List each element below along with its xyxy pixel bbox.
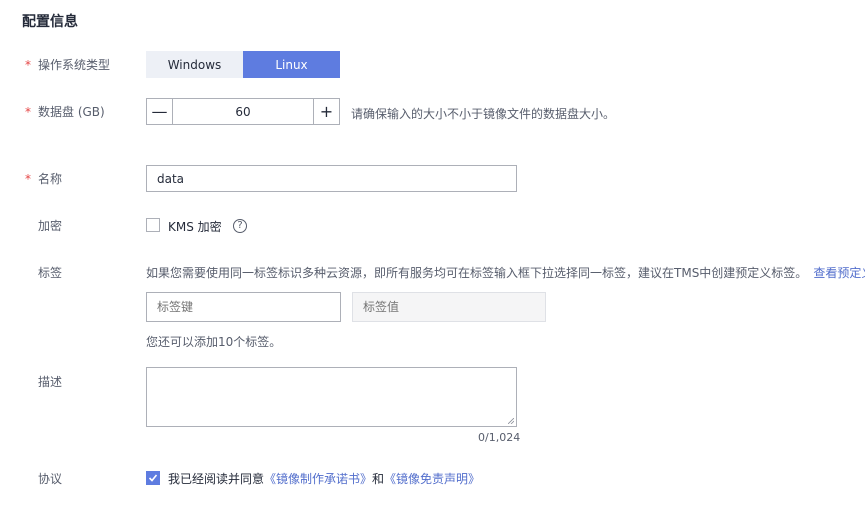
section-title: 配置信息 — [22, 14, 78, 30]
increment-button[interactable]: + — [313, 99, 339, 124]
required-mark: * — [25, 172, 31, 186]
required-mark: * — [25, 58, 31, 72]
disk-size-input[interactable]: 60 — [173, 99, 313, 124]
disk-size-stepper: — 60 + — [146, 98, 340, 125]
agreement-label: 协议 — [38, 472, 63, 486]
os-option-windows[interactable]: Windows — [146, 51, 243, 78]
image-commitment-link[interactable]: 《镜像制作承诺书》 — [264, 472, 372, 486]
check-icon — [148, 474, 158, 482]
os-type-toggle: Windows Linux — [146, 51, 340, 78]
os-type-label: 操作系统类型 — [38, 58, 111, 72]
description-label: 描述 — [38, 375, 63, 389]
name-label: 名称 — [38, 172, 63, 186]
disk-size-hint: 请确保输入的大小不小于镜像文件的数据盘大小。 — [351, 107, 616, 121]
agreement-checkbox[interactable] — [146, 471, 160, 485]
resize-handle-icon[interactable] — [508, 418, 514, 424]
tags-remaining-text: 您还可以添加10个标签。 — [146, 335, 282, 349]
os-option-linux[interactable]: Linux — [243, 51, 340, 78]
tag-key-input[interactable] — [146, 292, 341, 322]
description-textarea[interactable] — [146, 367, 517, 427]
disk-size-label: 数据盘 (GB) — [38, 105, 105, 119]
kms-encrypt-label: KMS 加密 — [168, 220, 222, 234]
image-disclaimer-link[interactable]: 《镜像免责声明》 — [384, 472, 480, 486]
description-char-counter: 0/1,024 — [478, 431, 521, 444]
kms-encrypt-checkbox[interactable] — [146, 218, 160, 232]
help-icon[interactable]: ? — [233, 219, 247, 233]
name-input[interactable]: data — [146, 165, 517, 192]
encrypt-label: 加密 — [38, 219, 63, 233]
required-mark: * — [25, 105, 31, 119]
agreement-text: 我已经阅读并同意《镜像制作承诺书》和《镜像免责声明》 — [168, 472, 481, 486]
tags-description: 如果您需要使用同一标签标识多种云资源，即所有服务均可在标签输入框下拉选择同一标签… — [146, 264, 865, 281]
tags-label: 标签 — [38, 266, 63, 280]
tag-value-input[interactable] — [352, 292, 546, 322]
view-predefined-tags-link[interactable]: 查看预定义标 — [813, 266, 865, 280]
decrement-button[interactable]: — — [147, 99, 173, 124]
